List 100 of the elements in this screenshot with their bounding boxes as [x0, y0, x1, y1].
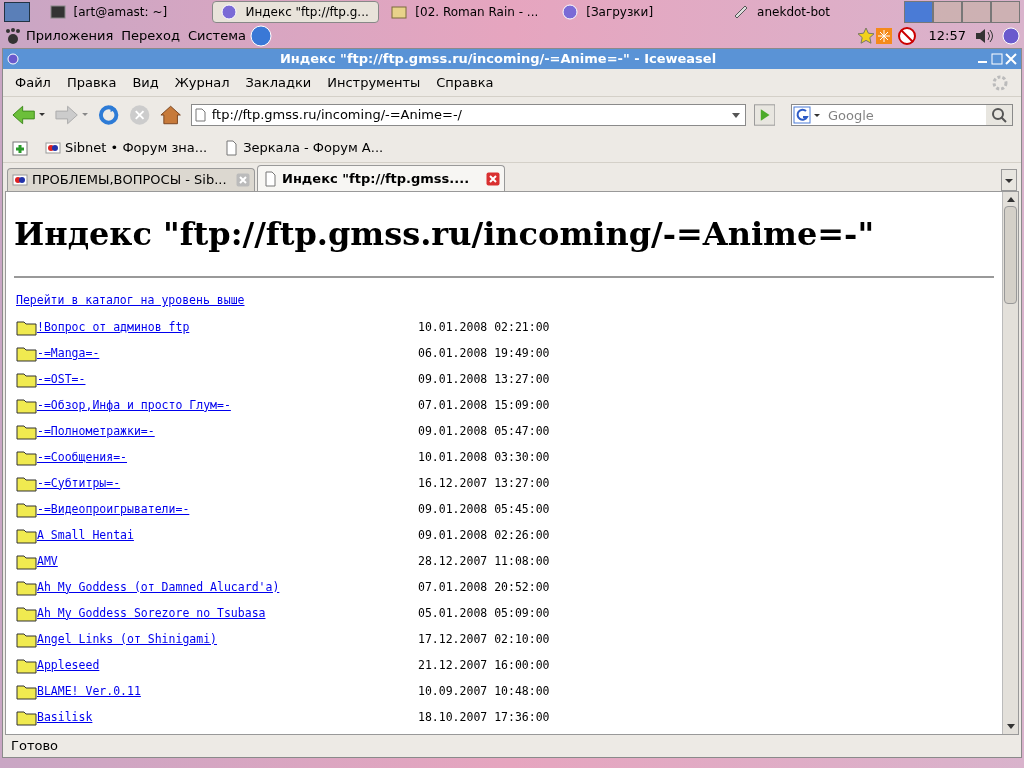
update-icon[interactable] — [874, 27, 893, 45]
modified-date: 09.01.2008 05:45:00 — [418, 500, 550, 518]
search-icon[interactable] — [986, 105, 1012, 125]
parent-directory-link[interactable]: Перейти в каталог на уровень выше — [16, 292, 245, 310]
taskbar-button[interactable]: anekdot-bot — [725, 1, 892, 23]
modified-date: 09.01.2008 02:26:00 — [418, 526, 550, 544]
folder-link[interactable]: Basilisk — [16, 708, 418, 726]
page-icon — [262, 170, 278, 187]
bookmark[interactable]: Зеркала - Форум А... — [223, 137, 384, 158]
page-heading: Индекс "ftp://ftp.gmss.ru/incoming/-=Anime=-" — [14, 214, 876, 255]
site-icon — [12, 172, 28, 188]
foot-icon[interactable] — [4, 27, 22, 45]
workspace-switcher[interactable] — [991, 1, 1020, 23]
panel-menu[interactable]: Система — [183, 26, 250, 46]
folder-link[interactable]: -=Manga=- — [16, 344, 418, 362]
app-icon — [7, 53, 19, 65]
folder-icon — [16, 396, 37, 414]
modified-date: 09.01.2008 05:47:00 — [418, 422, 550, 440]
menu-item[interactable]: Инструменты — [327, 72, 421, 93]
terminal-icon — [49, 4, 66, 20]
tab[interactable]: ПРОБЛЕМЫ,ВОПРОСЫ - Sib... — [7, 168, 255, 191]
modified-date: 05.01.2008 05:09:00 — [418, 604, 550, 622]
folder-link[interactable]: Ah My Goddess (от Damned Alucard'a) — [16, 578, 418, 596]
menu-item[interactable]: Файл — [15, 72, 51, 93]
folder-link[interactable]: !Вопрос от админов ftp — [16, 318, 418, 336]
modified-date: 16.12.2007 13:27:00 — [418, 474, 550, 492]
panel-menu[interactable]: Приложения — [22, 26, 118, 46]
reload-icon[interactable] — [96, 103, 121, 127]
folder-link[interactable]: -=Сообщения=- — [16, 448, 418, 466]
workspace-switcher[interactable] — [904, 1, 933, 23]
modified-date: 09.01.2008 13:27:00 — [418, 370, 550, 388]
folder-link[interactable]: A Small Hentai — [16, 526, 418, 544]
workspace-switcher[interactable] — [933, 1, 962, 23]
workspace-switcher[interactable] — [962, 1, 991, 23]
menu-button[interactable] — [4, 2, 30, 22]
scroll-up-arrow-icon[interactable] — [1005, 195, 1016, 203]
folder-icon — [16, 344, 37, 362]
folder-link[interactable]: BLAME! Ver.0.11 — [16, 682, 418, 700]
folder-link[interactable]: -=Обзор,Инфа и просто Глум=- — [16, 396, 418, 414]
back-arrow-icon[interactable] — [11, 104, 46, 126]
taskbar-button[interactable]: [02. Roman Rain - ... — [383, 1, 551, 23]
panel-menu[interactable]: Переход — [117, 26, 184, 46]
menu-item[interactable]: Правка — [66, 72, 117, 93]
taskbar-button[interactable]: [art@amast: ~] — [41, 1, 209, 23]
modified-date: 21.12.2007 16:00:00 — [418, 656, 550, 674]
folder-icon — [16, 578, 37, 596]
folder-icon — [16, 604, 37, 622]
globe-icon[interactable] — [249, 25, 272, 47]
taskbar-button[interactable]: Индекс "ftp://ftp.g... — [212, 1, 380, 23]
folder-link[interactable]: Angel Links (от Shinigami) — [16, 630, 418, 648]
scrollbar-thumb[interactable] — [1004, 206, 1017, 304]
folder-icon — [16, 370, 37, 388]
url-text: ftp://ftp.gmss.ru/incoming/-=Anime=-/ — [210, 106, 463, 125]
modified-date: 07.01.2008 15:09:00 — [418, 396, 550, 414]
menu-item[interactable]: Журнал — [174, 72, 230, 93]
folder-link[interactable]: -=Видеопроигрыватели=- — [16, 500, 418, 518]
site-icon — [45, 139, 61, 156]
globe-icon[interactable] — [1002, 27, 1020, 45]
star-icon[interactable] — [856, 27, 875, 45]
globe-icon — [562, 4, 579, 20]
close-icon[interactable] — [486, 171, 500, 186]
folder-icon — [16, 526, 37, 544]
home-icon[interactable] — [159, 103, 183, 127]
clock: 12:57 — [927, 27, 967, 46]
search-field[interactable]: Google — [791, 104, 1013, 126]
folder-icon — [16, 682, 37, 700]
folder-icon — [16, 474, 37, 492]
folder-link[interactable]: Appleseed — [16, 656, 418, 674]
no-entry-icon[interactable] — [896, 26, 917, 46]
folder-icon — [16, 708, 37, 726]
scrollbar[interactable] — [1002, 192, 1018, 734]
folder-link[interactable]: Ah My Goddess Sorezore no Tsubasa — [16, 604, 418, 622]
folder-link[interactable]: -=Субтитры=- — [16, 474, 418, 492]
globe-icon — [221, 4, 238, 20]
volume-icon[interactable] — [974, 27, 994, 45]
modified-date: 06.01.2008 19:49:00 — [418, 344, 550, 362]
folder-icon — [16, 656, 37, 674]
folder-link[interactable]: -=Полнометражки=- — [16, 422, 418, 440]
folder-icon — [16, 422, 37, 440]
tab[interactable]: Индекс "ftp://ftp.gmss.... — [257, 165, 505, 191]
scroll-down-arrow-icon[interactable] — [1005, 723, 1016, 731]
folder-link[interactable]: AMV — [16, 552, 418, 570]
modified-date: 18.10.2007 17:36:00 — [418, 708, 550, 726]
search-input[interactable]: Google — [824, 105, 986, 125]
media-icon — [391, 4, 408, 20]
menu-item[interactable]: Вид — [132, 72, 159, 93]
folder-icon — [16, 318, 37, 336]
window-controls-icon[interactable] — [977, 53, 1017, 65]
folder-icon — [16, 448, 37, 466]
bookmark[interactable]: Sibnet • Форум зна... — [45, 137, 208, 158]
taskbar-button[interactable]: [Загрузки] — [554, 1, 722, 23]
add-bookmark-icon[interactable] — [11, 138, 29, 157]
window-title: Индекс "ftp://ftp.gmss.ru/incoming/-=Anime=-" - Iceweasel — [278, 50, 718, 69]
modified-date: 17.12.2007 02:10:00 — [418, 630, 550, 648]
menu-item[interactable]: Закладки — [245, 72, 312, 93]
address-field[interactable]: ftp://ftp.gmss.ru/incoming/-=Anime=-/ — [190, 104, 746, 126]
menu-item[interactable]: Справка — [436, 72, 494, 93]
tab-list-icon[interactable] — [1001, 169, 1017, 191]
modified-date: 28.12.2007 11:08:00 — [418, 552, 550, 570]
folder-link[interactable]: -=OST=- — [16, 370, 418, 388]
